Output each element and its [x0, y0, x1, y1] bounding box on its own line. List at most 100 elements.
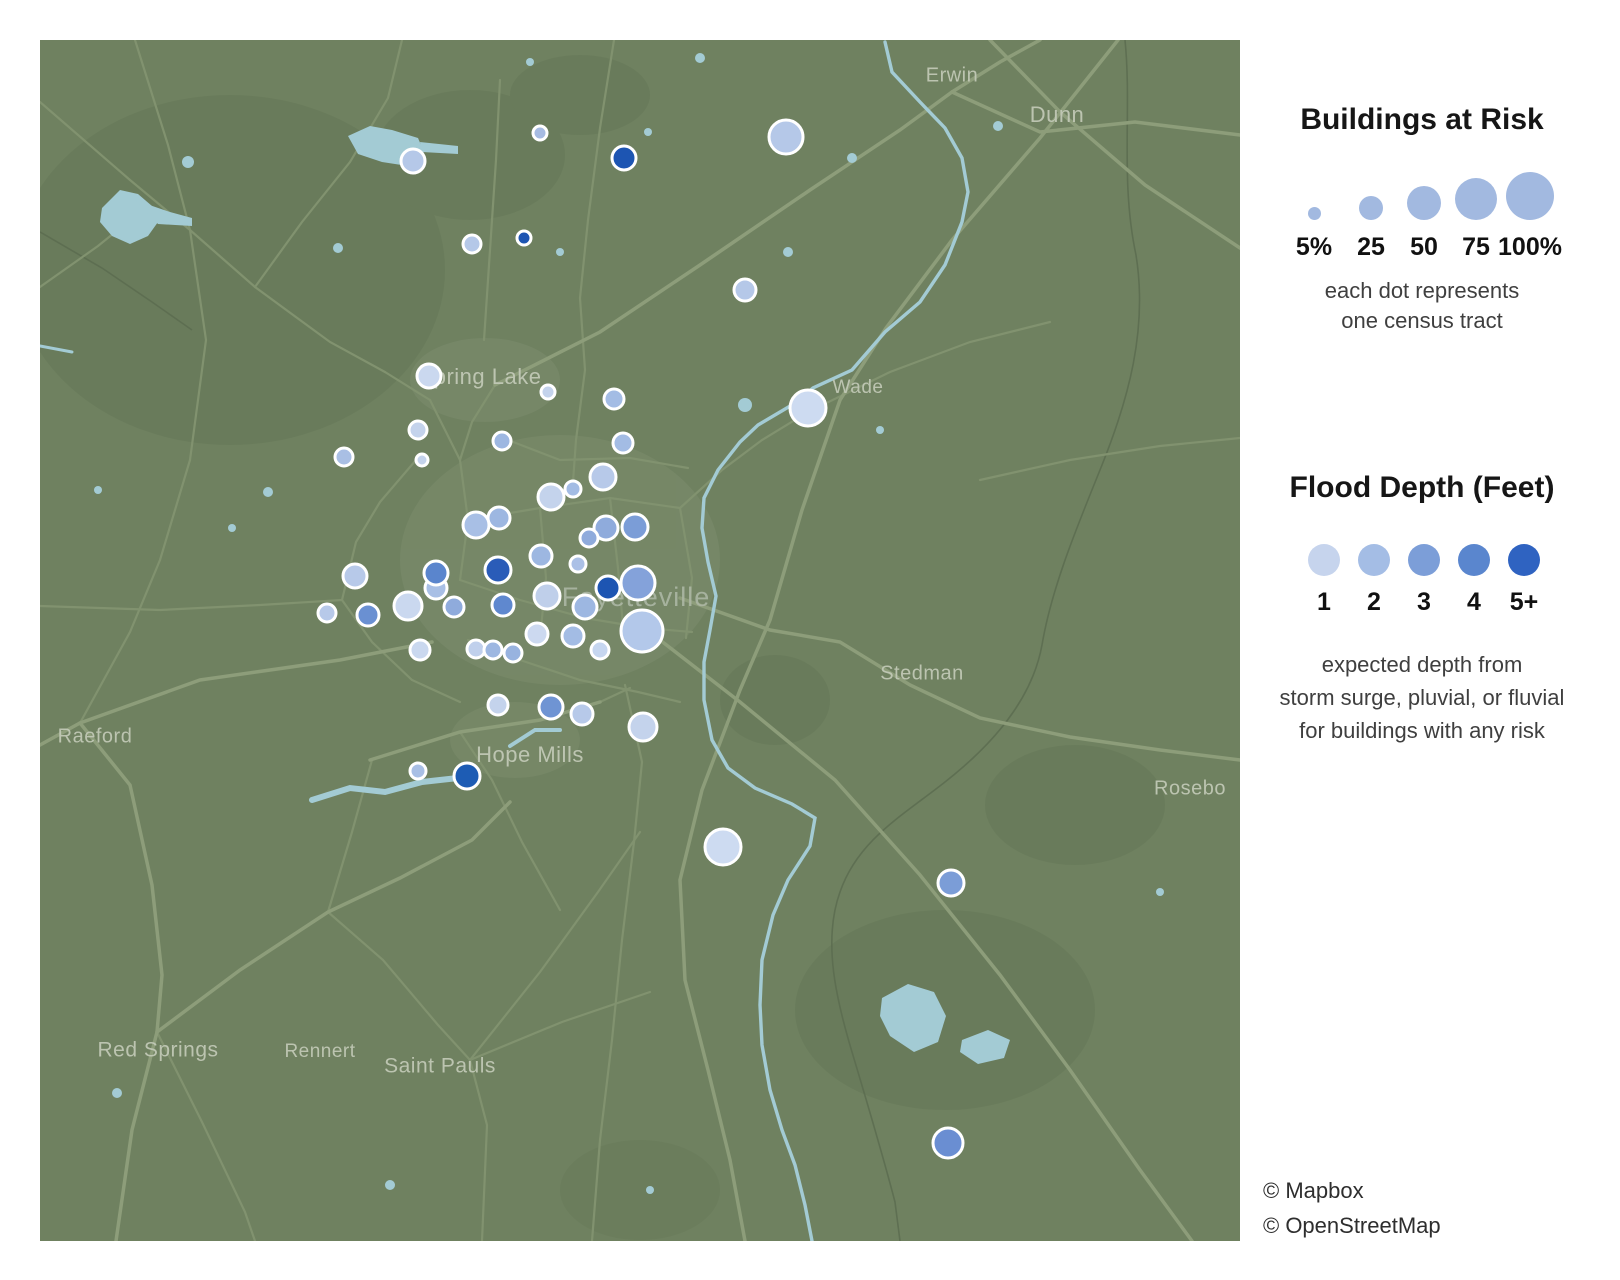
size-legend-label-50: 50 [1410, 233, 1438, 261]
flood-legend-dot-3 [1408, 544, 1440, 576]
buildings-legend-note: each dot represents one census tract [1240, 276, 1604, 336]
osm-attribution: © OpenStreetMap [1263, 1213, 1441, 1238]
census-tract-dot[interactable] [531, 124, 549, 142]
flood-note-line3: for buildings with any risk [1299, 718, 1545, 743]
flood-note-line1: expected depth from [1321, 652, 1523, 677]
size-legend-dot-100% [1506, 172, 1554, 220]
census-tract-dot[interactable] [316, 602, 338, 624]
census-tract-dot[interactable] [341, 562, 369, 590]
size-legend-label-75: 75 [1462, 233, 1490, 261]
census-tract-dot[interactable] [442, 595, 466, 619]
census-tract-dot[interactable] [578, 527, 600, 549]
census-tract-dot[interactable] [532, 581, 562, 611]
census-tract-dot[interactable] [333, 446, 355, 468]
flood-color-scale [1282, 544, 1566, 578]
census-tract-dot[interactable] [465, 638, 487, 660]
census-tract-dot[interactable] [589, 639, 611, 661]
census-tract-dot[interactable] [602, 387, 626, 411]
census-tract-dot[interactable] [486, 505, 512, 531]
census-tract-dot[interactable] [422, 559, 450, 587]
census-tract-dot[interactable] [569, 701, 595, 727]
size-legend-label-100%: 100% [1498, 233, 1562, 261]
census-tract-dot[interactable] [414, 452, 430, 468]
buildings-note-line2: one census tract [1341, 308, 1503, 333]
size-legend-dot-75 [1455, 178, 1497, 220]
size-legend-dot-25 [1359, 196, 1383, 220]
map-canvas: ErwinDunnSpring LakeWadeFayettevilleSted… [40, 40, 1240, 1241]
census-tract-dot[interactable] [610, 144, 638, 172]
census-tract-dot[interactable] [703, 827, 743, 867]
census-tract-dot[interactable] [619, 608, 665, 654]
place-label-hope-mills: Hope Mills [476, 742, 584, 767]
buildings-size-scale [1284, 172, 1561, 222]
census-tract-dot[interactable] [537, 693, 565, 721]
place-label-wade: Wade [833, 377, 884, 398]
census-tract-dot[interactable] [407, 419, 429, 441]
flood-legend-dot-2 [1358, 544, 1390, 576]
map-viewport[interactable]: ErwinDunnSpring LakeWadeFayettevilleSted… [40, 40, 1240, 1241]
place-label-rosebo: Rosebo [1154, 777, 1226, 799]
census-tract-dot[interactable] [524, 621, 550, 647]
census-tract-dot[interactable] [392, 590, 424, 622]
place-label-erwin: Erwin [926, 64, 979, 86]
census-tract-dot[interactable] [408, 638, 432, 662]
flood-legend-title: Flood Depth (Feet) [1289, 471, 1555, 504]
census-tract-dot[interactable] [563, 479, 583, 499]
census-tract-dot[interactable] [490, 592, 516, 618]
census-tract-dot[interactable] [461, 233, 483, 255]
flood-legend-note: expected depth from storm surge, pluvial… [1240, 648, 1604, 747]
census-tract-dot[interactable] [767, 118, 805, 156]
census-tract-dot[interactable] [611, 431, 635, 455]
census-tract-dot[interactable] [355, 602, 381, 628]
census-tract-dot[interactable] [571, 593, 599, 621]
census-tract-dot[interactable] [483, 555, 513, 585]
census-tract-dot[interactable] [491, 430, 513, 452]
place-label-rennert: Rennert [284, 1041, 355, 1062]
census-tract-dot[interactable] [536, 482, 566, 512]
census-tract-dot[interactable] [515, 229, 533, 247]
size-legend-dot-5% [1307, 207, 1321, 220]
buildings-size-labels: 5% 25 50 75 100% [1284, 233, 1562, 263]
place-label-red-springs: Red Springs [97, 1039, 218, 1062]
census-tract-dot[interactable] [408, 761, 428, 781]
census-tract-dot[interactable] [627, 711, 659, 743]
size-legend-label-25: 25 [1357, 233, 1385, 261]
flood-legend-label-5+: 5+ [1509, 588, 1539, 616]
census-tract-dot[interactable] [936, 868, 966, 898]
size-legend-label-5%: 5% [1295, 233, 1333, 261]
census-tract-dot[interactable] [528, 543, 554, 569]
census-tract-dot[interactable] [415, 362, 443, 390]
flood-color-labels: 1 2 3 4 5+ [1282, 588, 1566, 618]
flood-legend-label-2: 2 [1367, 588, 1381, 616]
buildings-legend-title: Buildings at Risk [1300, 103, 1544, 136]
flood-legend-label-3: 3 [1417, 588, 1431, 616]
census-tract-dot[interactable] [568, 554, 588, 574]
census-tract-dot[interactable] [594, 574, 622, 602]
census-tract-dot[interactable] [482, 639, 504, 661]
mapbox-attribution: © Mapbox [1263, 1178, 1364, 1203]
census-tract-dot[interactable] [931, 1126, 965, 1160]
census-tract-dot[interactable] [539, 383, 557, 401]
census-tract-dot[interactable] [788, 388, 828, 428]
census-tract-dot[interactable] [619, 564, 657, 602]
flood-legend-dot-5+ [1508, 544, 1540, 576]
census-tract-dot[interactable] [502, 642, 524, 664]
buildings-note-line1: each dot represents [1324, 278, 1520, 303]
flood-legend-label-1: 1 [1317, 588, 1331, 616]
place-label-dunn: Dunn [1030, 102, 1085, 127]
flood-legend-dot-1 [1308, 544, 1340, 576]
legend-panel: Buildings at Risk 5% 25 50 75 100% each dot … [1240, 0, 1620, 1280]
flood-legend-dot-4 [1458, 544, 1490, 576]
census-tract-dot[interactable] [620, 512, 650, 542]
place-label-stedman: Stedman [880, 662, 964, 684]
place-label-raeford: Raeford [58, 725, 133, 747]
census-tract-dot[interactable] [560, 623, 586, 649]
census-tract-dot[interactable] [461, 510, 491, 540]
census-tract-dot[interactable] [588, 462, 618, 492]
census-tract-dot[interactable] [486, 693, 510, 717]
size-legend-dot-50 [1407, 186, 1441, 220]
census-tract-dot[interactable] [399, 147, 427, 175]
flood-legend-label-4: 4 [1467, 588, 1481, 616]
census-tract-dot[interactable] [452, 761, 482, 791]
census-tract-dot[interactable] [732, 277, 758, 303]
